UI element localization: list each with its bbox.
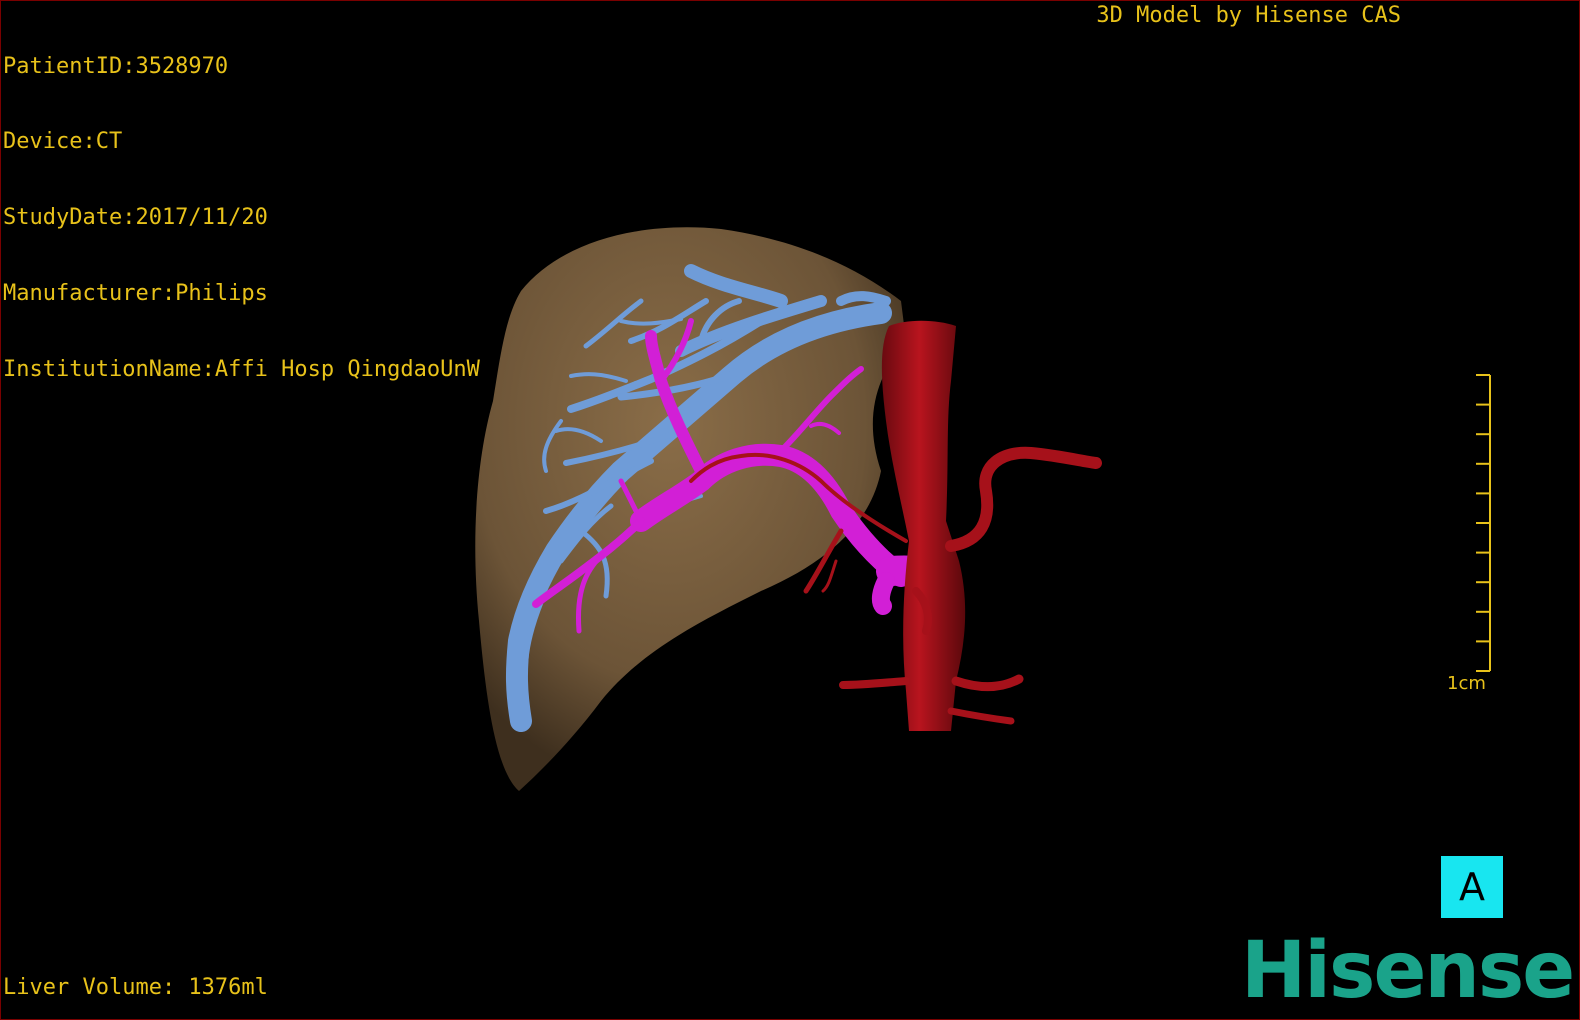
orientation-marker-button[interactable]: A [1441, 856, 1503, 918]
3d-viewport[interactable]: PatientID:3528970 Device:CT StudyDate:20… [0, 0, 1580, 1020]
liver-volume-text: Liver Volume: 1376ml [3, 975, 268, 1000]
scale-bar [1476, 374, 1491, 672]
hisense-logo: Hisense [1241, 926, 1575, 1016]
manufacturer-text: Manufacturer:Philips [3, 281, 268, 307]
device-text: Device:CT [3, 129, 123, 155]
scale-bar-label: 1cm [1447, 673, 1486, 694]
study-date-text: StudyDate:2017/11/20 [3, 205, 268, 231]
patient-info-overlay: PatientID:3528970 Device:CT StudyDate:20… [3, 3, 480, 433]
model-credit-text: 3D Model by Hisense CAS [1096, 3, 1401, 28]
patient-id-text: PatientID:3528970 [3, 53, 229, 79]
institution-text: InstitutionName:Affi Hosp QingdaoUnW [3, 357, 480, 383]
